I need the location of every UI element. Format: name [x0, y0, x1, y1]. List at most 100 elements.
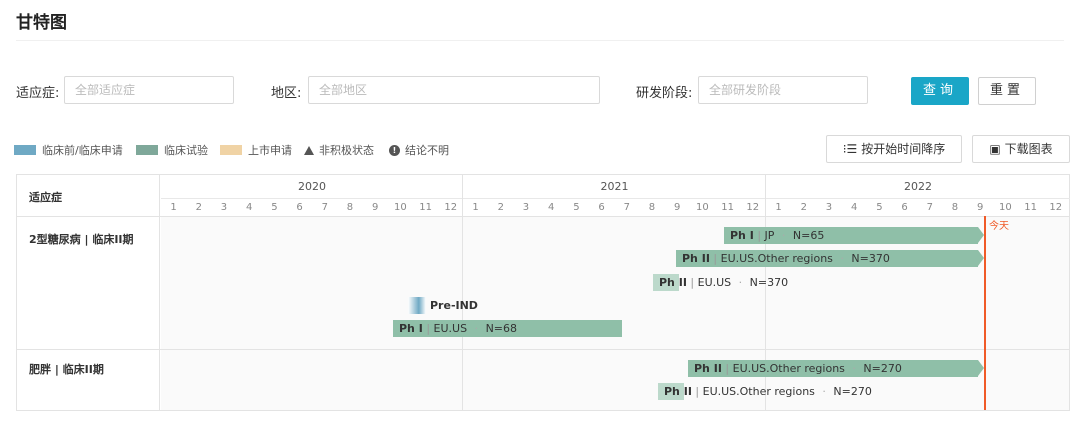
month-tick: 6	[296, 202, 303, 213]
month-tick: 10	[999, 202, 1012, 213]
market-swatch	[220, 145, 242, 155]
bar-n: N=370	[749, 276, 789, 289]
month-tick: 2	[195, 202, 202, 213]
row-label-obesity: 肥胖 | 临床II期	[29, 363, 104, 376]
bar-separator: |	[725, 362, 733, 375]
month-tick: 5	[876, 202, 883, 213]
month-tick: 8	[648, 202, 656, 213]
month-tick: 4	[851, 202, 858, 213]
bar-dot: ·	[822, 385, 826, 398]
bar-phase: Pre-IND	[430, 299, 478, 312]
month-tick: 3	[220, 202, 228, 213]
bar-n: N=68	[485, 322, 518, 335]
month-tick: 9	[674, 202, 681, 213]
month-tick: 12	[1049, 202, 1063, 213]
gantt-bar-label: Pre-IND	[430, 297, 478, 314]
month-tick: 3	[825, 202, 833, 213]
image-icon: ▣	[989, 142, 1001, 156]
month-tick: 7	[926, 202, 933, 213]
sort-button[interactable]: ⁝☰ 按开始时间降序	[826, 135, 962, 163]
month-tick: 1	[472, 202, 479, 213]
year-2021: 2021	[463, 175, 766, 199]
download-button[interactable]: ▣ 下载图表	[972, 135, 1070, 163]
bar-phase: Ph II	[694, 362, 722, 375]
legend-inactive: 非积极状态	[304, 142, 374, 158]
month-tick: 6	[901, 202, 908, 213]
phase-select[interactable]: 全部研发阶段	[698, 76, 868, 104]
gantt-bar-ph2-euus-other[interactable]: Ph II | EU.US.Other regions · N=370	[676, 250, 978, 267]
region-select[interactable]: 全部地区	[308, 76, 600, 104]
row-label-t2d: 2型糖尿病 | 临床II期	[29, 233, 134, 246]
gantt-bar-label: Ph II | EU.US.Other regions · N=270	[664, 383, 872, 400]
legend-inactive-label: 非积极状态	[319, 144, 374, 157]
bar-n: N=370	[851, 252, 890, 265]
row-label-cell	[17, 350, 160, 411]
search-button[interactable]: 查询	[911, 77, 969, 105]
month-tick: 1	[775, 202, 782, 213]
bar-region: EU.US	[433, 322, 468, 335]
bar-separator: |	[695, 385, 703, 398]
month-tick: 2	[800, 202, 807, 213]
month-tick: 11	[721, 202, 734, 213]
bar-phase: Ph II	[659, 276, 687, 289]
bar-dot: ·	[852, 362, 856, 375]
exclamation-icon: !	[389, 144, 400, 156]
clinical-swatch	[136, 145, 158, 155]
month-tick: 4	[246, 202, 253, 213]
month-tick: 4	[548, 202, 555, 213]
bar-dot: ·	[781, 229, 786, 242]
gantt-body	[161, 217, 1069, 410]
bar-phase: Ph I	[730, 229, 754, 242]
sort-icon: ⁝☰	[842, 142, 858, 156]
bar-dot: ·	[840, 252, 844, 265]
reset-button[interactable]: 重置	[978, 77, 1036, 105]
month-tick: 10	[394, 202, 407, 213]
bar-region: EU.US.Other regions	[732, 362, 845, 375]
month-tick: 8	[346, 202, 354, 213]
gantt-bar-ph1-jp[interactable]: Ph I | JP · N=65	[724, 227, 978, 244]
gantt-bar-label: Ph II | EU.US · N=370	[659, 274, 788, 291]
bar-separator: |	[690, 276, 698, 289]
month-tick: 9	[372, 202, 379, 213]
today-label: 今天	[989, 221, 1009, 232]
gantt-bar-obesity-ph2-a[interactable]: Ph II | EU.US.Other regions · N=270	[688, 360, 978, 377]
bar-separator: |	[757, 229, 765, 242]
bar-phase: Ph I	[399, 322, 423, 335]
bar-region: EU.US.Other regions	[720, 252, 833, 265]
bar-region: EU.US.Other regions	[702, 385, 815, 398]
triangle-icon	[304, 145, 314, 155]
month-tick: 11	[1024, 202, 1037, 213]
phase-filter-label: 研发阶段:	[636, 86, 693, 101]
legend-market: 上市申请	[220, 142, 292, 158]
gantt-bar-pre-ind[interactable]	[408, 297, 426, 314]
bar-region: EU.US	[697, 276, 732, 289]
page-title: 甘特图	[16, 13, 67, 33]
bar-region: JP	[764, 229, 775, 242]
bar-dot: ·	[738, 276, 743, 289]
indication-select[interactable]: 全部适应症	[64, 76, 234, 104]
month-tick: 5	[271, 202, 278, 213]
legend-clinical-label: 临床试验	[164, 144, 208, 157]
today-line	[984, 216, 986, 410]
sort-button-label: 按开始时间降序	[861, 142, 946, 156]
year-2022: 2022	[766, 175, 1070, 199]
bar-separator: |	[426, 322, 434, 335]
month-tick: 12	[746, 202, 760, 213]
bar-n: N=65	[792, 229, 825, 242]
month-tick: 2	[497, 202, 504, 213]
gantt-header-indication: 适应症	[17, 175, 160, 217]
month-tick: 3	[522, 202, 530, 213]
bar-separator: |	[713, 252, 721, 265]
year-2020: 2020	[161, 175, 463, 199]
bar-phase: Ph II	[682, 252, 710, 265]
gantt-bar-ph1-euus[interactable]: Ph I | EU.US · N=68	[393, 320, 622, 337]
row-divider	[17, 349, 1069, 350]
bar-n: N=270	[833, 385, 872, 398]
month-tick: 11	[419, 202, 432, 213]
header-divider	[17, 216, 1069, 217]
month-tick: 7	[321, 202, 328, 213]
region-filter-label: 地区:	[271, 86, 302, 101]
month-tick: 6	[598, 202, 605, 213]
bar-n: N=270	[863, 362, 902, 375]
month-tick: 1	[170, 202, 177, 213]
